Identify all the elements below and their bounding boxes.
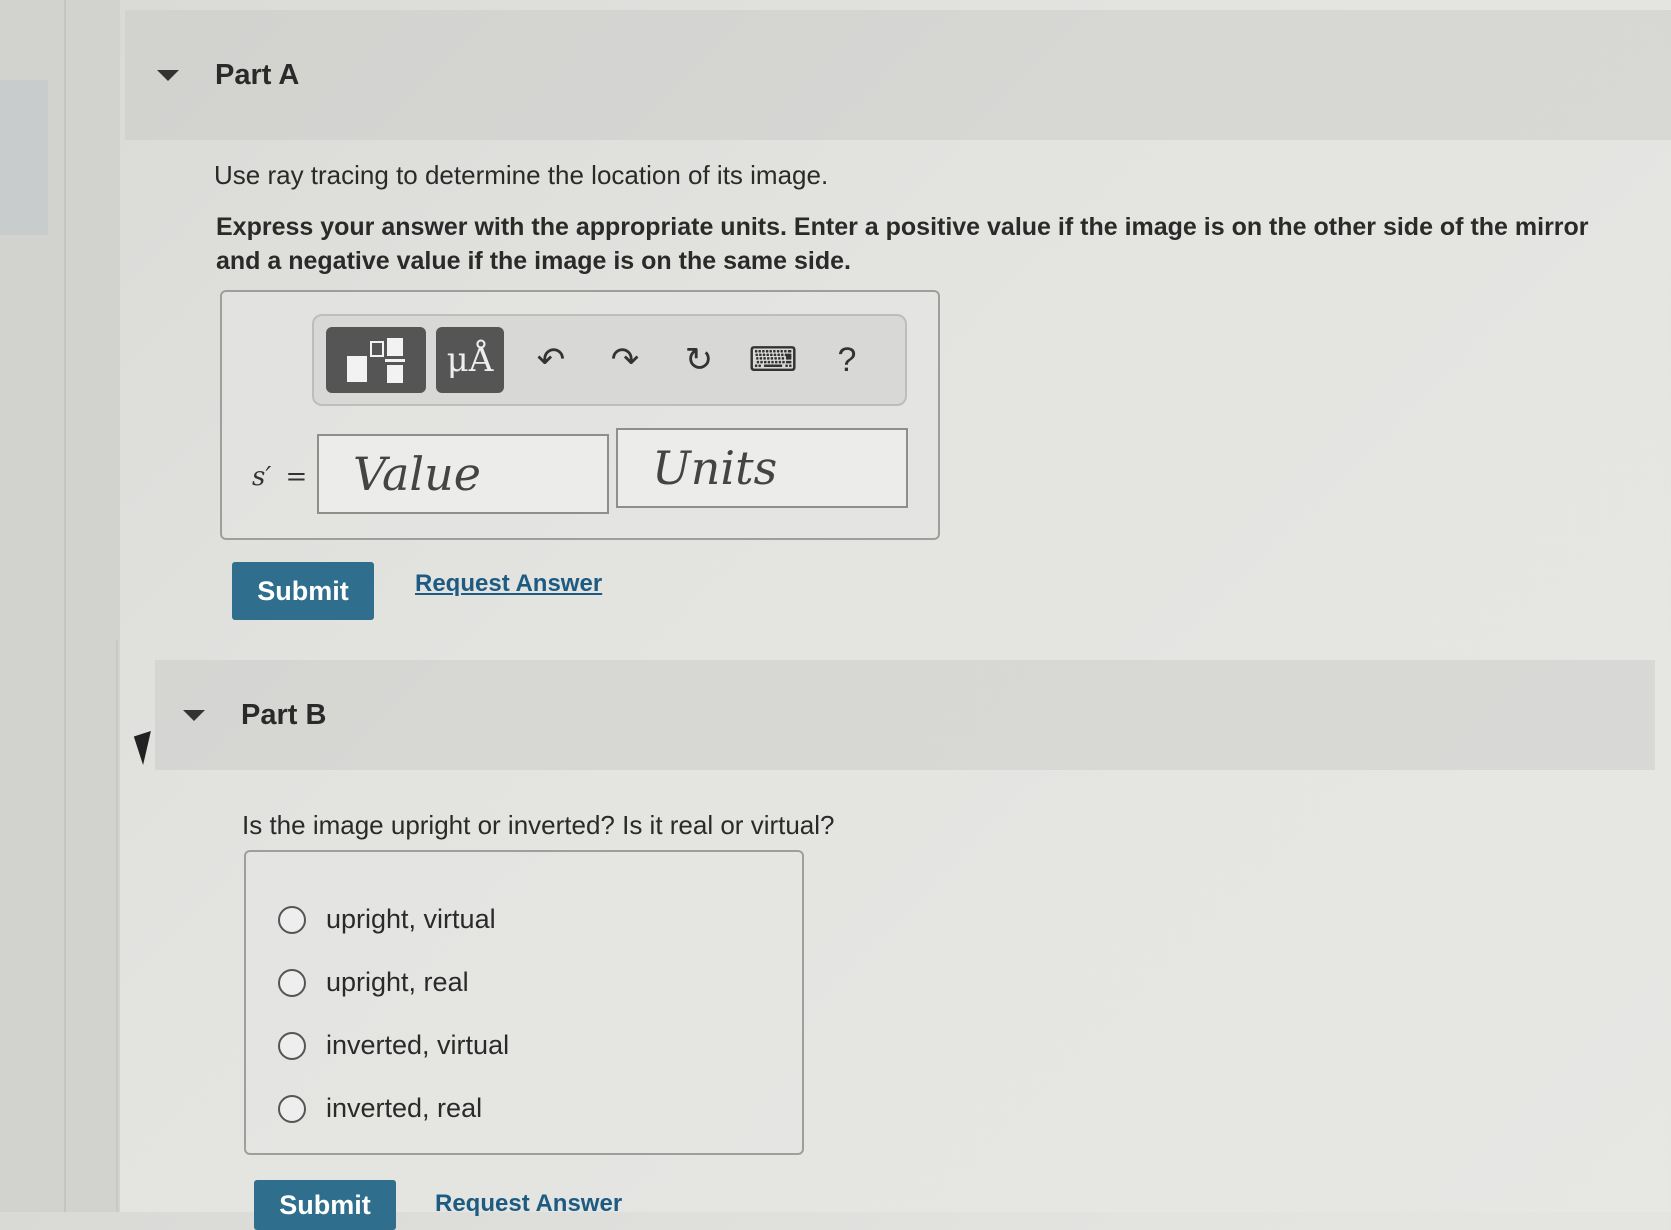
option-upright-real[interactable]: upright, real — [278, 967, 469, 998]
undo-icon[interactable]: ↶ — [514, 327, 588, 393]
part-a-prompt: Use ray tracing to determine the locatio… — [214, 160, 829, 190]
margin-rule — [64, 0, 66, 1212]
help-icon[interactable]: ? — [810, 327, 884, 393]
part-a-submit-button[interactable]: Submit — [232, 562, 374, 620]
collapse-caret-icon[interactable] — [157, 69, 179, 81]
part-a-instruction: Express your answer with the appropriate… — [216, 213, 1589, 275]
keyboard-icon[interactable]: ⌨ — [736, 327, 810, 393]
option-inverted-virtual[interactable]: inverted, virtual — [278, 1030, 509, 1061]
variable-symbol: s′ — [252, 462, 272, 492]
part-b-header[interactable]: Part B — [155, 660, 1655, 770]
collapse-caret-icon[interactable] — [183, 709, 205, 721]
fraction-template-icon — [347, 338, 405, 383]
left-margin — [0, 0, 120, 1212]
option-label: upright, virtual — [326, 904, 496, 934]
radio-button[interactable] — [278, 1031, 306, 1060]
math-toolbar: μÅ ↶ ↷ ↻ ⌨ ? — [312, 314, 907, 406]
variable-label: s′ = — [252, 462, 307, 492]
redo-icon[interactable]: ↷ — [588, 327, 662, 393]
part-b-prompt: Is the image upright or inverted? Is it … — [242, 810, 835, 840]
equals-sign: = — [285, 462, 308, 492]
part-b-request-answer-link[interactable]: Request Answer — [435, 1190, 622, 1218]
templates-button[interactable] — [326, 327, 426, 393]
part-b-submit-button[interactable]: Submit — [254, 1180, 396, 1230]
option-upright-virtual[interactable]: upright, virtual — [278, 904, 496, 935]
reset-icon[interactable]: ↻ — [662, 327, 736, 393]
part-a-title: Part A — [215, 58, 300, 91]
option-label: upright, real — [326, 967, 469, 997]
part-a-header[interactable]: Part A — [125, 10, 1671, 140]
radio-button[interactable] — [278, 968, 306, 997]
option-inverted-real[interactable]: inverted, real — [278, 1093, 482, 1124]
options-box: upright, virtual upright, real inverted,… — [244, 850, 804, 1155]
units-button[interactable]: μÅ — [436, 327, 504, 393]
units-input[interactable]: Units — [616, 428, 908, 508]
part-b-title: Part B — [241, 698, 327, 731]
margin-rule-lower — [116, 640, 118, 1212]
part-a-request-answer-link[interactable]: Request Answer — [415, 570, 602, 598]
radio-button[interactable] — [278, 1094, 306, 1123]
option-label: inverted, virtual — [326, 1030, 510, 1060]
radio-button[interactable] — [278, 905, 306, 934]
sidebar-accent — [0, 80, 48, 235]
value-input[interactable]: Value — [317, 434, 609, 514]
option-label: inverted, real — [326, 1093, 483, 1123]
answer-box: μÅ ↶ ↷ ↻ ⌨ ? s′ = Value Units — [220, 290, 940, 540]
